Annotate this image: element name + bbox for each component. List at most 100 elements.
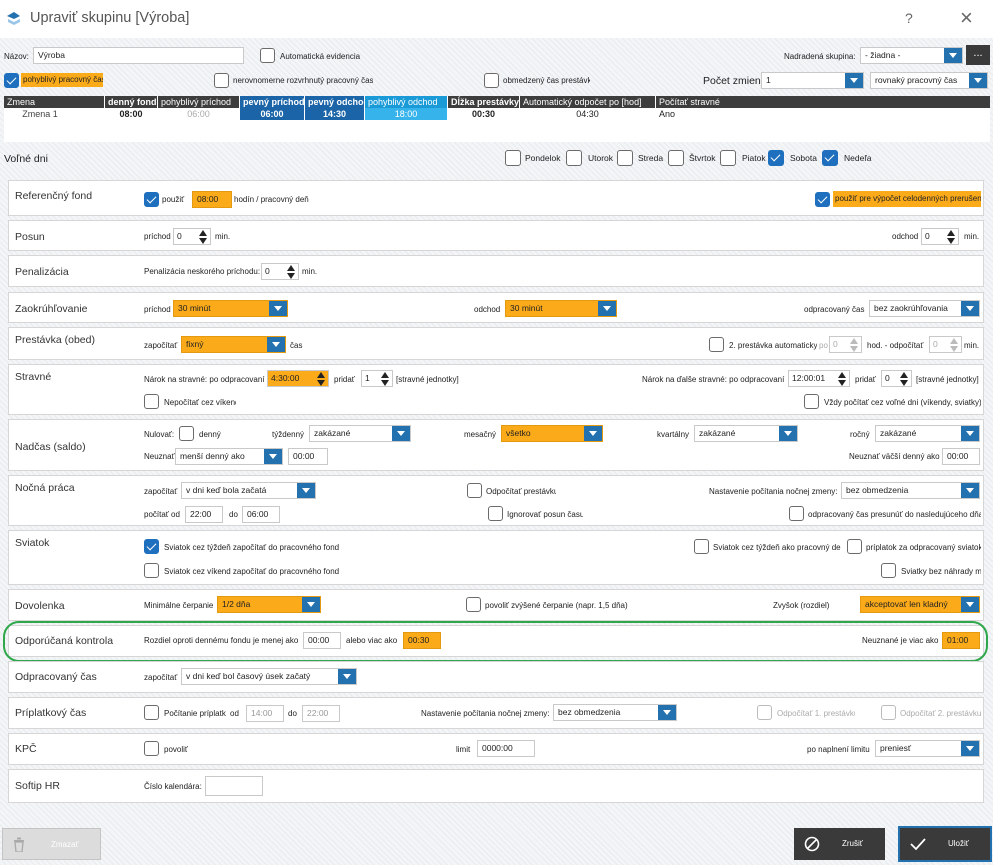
spinner-arrows-icon[interactable] (287, 265, 296, 279)
penalty-spinner[interactable]: 0 (261, 263, 299, 280)
meal-claim-spinner[interactable]: 4:30:00 (267, 370, 329, 387)
spinner-arrows-icon[interactable] (950, 338, 959, 352)
spinner-arrows-icon[interactable] (199, 230, 208, 244)
surcharge-od-input[interactable]: 14:00 (246, 705, 284, 722)
day-friday-checkbox[interactable] (720, 150, 736, 166)
rounding-departure-select[interactable]: 30 minút (505, 300, 617, 317)
night-ignore-checkbox[interactable] (488, 506, 503, 521)
vacation-min-select[interactable]: 1/2 dňa (217, 596, 321, 613)
more-button[interactable]: ... (966, 45, 990, 65)
worked-count-select[interactable]: v dni keď bol časový úsek začatý (181, 668, 357, 685)
overtime-yearly-select[interactable]: zakázané (875, 425, 980, 442)
chevron-down-icon[interactable] (598, 301, 616, 316)
uneven-checkbox[interactable] (214, 73, 229, 88)
chevron-down-icon[interactable] (392, 426, 410, 441)
spinner-arrows-icon[interactable] (900, 372, 909, 386)
meal-add2-spinner[interactable]: 0 (881, 370, 912, 387)
overtime-nonrec-time[interactable]: 00:00 (288, 448, 328, 465)
td-flex-departure[interactable]: 18:00 (365, 108, 447, 120)
kpc-allow-checkbox[interactable] (144, 741, 159, 756)
overtime-daily-checkbox[interactable] (179, 426, 194, 441)
save-button[interactable]: Uložiť (900, 828, 990, 860)
td-break-length[interactable]: 00:30 (448, 108, 519, 120)
spinner-arrows-icon[interactable] (850, 338, 859, 352)
chevron-down-icon[interactable] (961, 301, 979, 316)
chevron-down-icon[interactable] (338, 669, 356, 684)
equal-time-select[interactable]: rovnaký pracovný čas (870, 72, 988, 89)
departure-spinner[interactable]: 0 (921, 228, 959, 245)
td-fixed-arrival[interactable]: 06:00 (240, 108, 304, 120)
td-shift[interactable]: Zmena 1 (4, 108, 76, 120)
overtime-quarterly-select[interactable]: zakázané (694, 425, 798, 442)
delete-button[interactable]: Zmazať (2, 828, 101, 860)
ref-hours-input[interactable]: 08:00 (192, 191, 232, 208)
day-monday-checkbox[interactable] (505, 150, 521, 166)
td-fixed-departure[interactable]: 14:30 (305, 108, 364, 120)
chevron-down-icon[interactable] (944, 48, 962, 63)
second-break-deduct-spinner[interactable]: 0 (929, 336, 962, 353)
second-break-after-spinner[interactable]: 0 (829, 336, 862, 353)
name-input[interactable]: Výroba (33, 47, 244, 64)
shift-count-select[interactable]: 1 (761, 72, 864, 89)
softip-cal-input[interactable] (205, 776, 263, 796)
chevron-down-icon[interactable] (297, 483, 315, 498)
overtime-nonrec2-time[interactable]: 00:00 (942, 448, 980, 465)
meal-add-spinner[interactable]: 1 (361, 370, 393, 387)
day-sunday-checkbox[interactable] (822, 150, 838, 166)
second-break-checkbox[interactable] (709, 337, 724, 352)
parent-group-select[interactable]: - žiadna - (860, 47, 963, 64)
chevron-down-icon[interactable] (961, 426, 979, 441)
td-meal[interactable]: Ano (656, 108, 678, 120)
holiday-as-worked-checkbox[interactable] (694, 539, 709, 554)
chevron-down-icon[interactable] (961, 597, 979, 612)
td-flex-arrival[interactable]: 06:00 (158, 108, 239, 120)
meal-claim2-spinner[interactable]: 12:00:01 (788, 370, 850, 387)
chevron-down-icon[interactable] (264, 449, 282, 464)
vacation-raised-checkbox[interactable] (466, 597, 481, 612)
surcharge-calc-checkbox[interactable] (144, 705, 159, 720)
chevron-down-icon[interactable] (267, 337, 285, 352)
surcharge-do-input[interactable]: 22:00 (302, 705, 340, 722)
cancel-button[interactable]: Zrušiť (794, 828, 885, 860)
help-button[interactable]: ? (905, 10, 913, 26)
holiday-no-comp-checkbox[interactable] (881, 563, 896, 578)
overtime-weekly-select[interactable]: zakázané (309, 425, 411, 442)
ref-use-checkbox[interactable] (144, 192, 159, 207)
chevron-down-icon[interactable] (969, 73, 987, 88)
day-tuesday-checkbox[interactable] (566, 150, 582, 166)
vacation-rest-select[interactable]: akceptovať len kladný (860, 596, 980, 613)
night-move-checkbox[interactable] (789, 506, 804, 521)
holiday-week-checkbox[interactable] (144, 539, 159, 554)
arrival-spinner[interactable]: 0 (173, 228, 211, 245)
chevron-down-icon[interactable] (779, 426, 797, 441)
chevron-down-icon[interactable] (584, 426, 602, 441)
limited-break-checkbox[interactable] (484, 73, 499, 88)
spinner-arrows-icon[interactable] (381, 372, 390, 386)
overtime-monthly-select[interactable]: všetko (501, 425, 603, 442)
close-button[interactable]: × (960, 5, 973, 31)
day-thursday-checkbox[interactable] (668, 150, 684, 166)
overtime-nonrec-select[interactable]: menší denný ako (175, 448, 283, 465)
holiday-weekend-checkbox[interactable] (144, 563, 159, 578)
surcharge-b1-checkbox[interactable] (757, 705, 772, 720)
chevron-down-icon[interactable] (845, 73, 863, 88)
kpc-after-select[interactable]: preniesť (875, 740, 980, 757)
break-type-select[interactable]: fixný (181, 336, 286, 353)
spinner-arrows-icon[interactable] (317, 372, 326, 386)
auto-evidence-checkbox[interactable] (260, 48, 275, 63)
td-auto-deduct[interactable]: 04:30 (520, 108, 655, 120)
night-sub-break-checkbox[interactable] (467, 483, 482, 498)
chevron-down-icon[interactable] (961, 483, 979, 498)
rounding-worked-select[interactable]: bez zaokrúhľovania (869, 300, 980, 317)
meal-weekends-checkbox[interactable] (144, 394, 159, 409)
meal-always-checkbox[interactable] (804, 394, 819, 409)
day-saturday-checkbox[interactable] (768, 150, 784, 166)
spinner-arrows-icon[interactable] (838, 372, 847, 386)
chevron-down-icon[interactable] (658, 705, 676, 720)
night-setting-select[interactable]: bez obmedzenia (841, 482, 980, 499)
night-count-select[interactable]: v dni keď bola začatá (181, 482, 316, 499)
spinner-arrows-icon[interactable] (947, 230, 956, 244)
surcharge-b2-checkbox[interactable] (881, 705, 896, 720)
surcharge-setting-select[interactable]: bez obmedzenia (553, 704, 677, 721)
chevron-down-icon[interactable] (269, 301, 287, 316)
